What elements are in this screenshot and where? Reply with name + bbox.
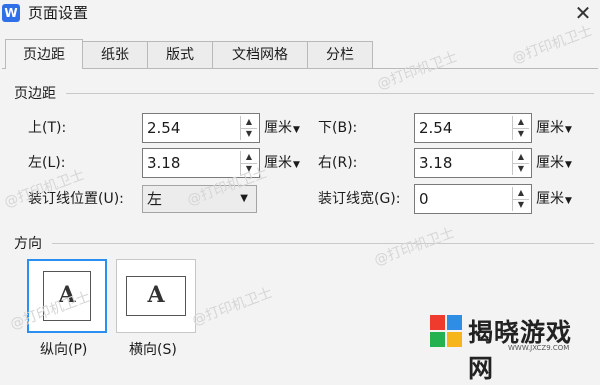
watermark: @打印机卫士 xyxy=(375,49,460,93)
watermark: @打印机卫士 xyxy=(372,225,457,269)
dropdown-arrow-icon: ▼ xyxy=(565,125,572,135)
unit-label: 厘米 xyxy=(536,120,564,136)
unit-label: 厘米 xyxy=(264,155,292,171)
title-bar: W 页面设置 ✕ xyxy=(0,0,600,28)
unit-label: 厘米 xyxy=(536,155,564,171)
landscape-label[interactable]: 横向(S) xyxy=(129,340,177,360)
orientation-section-rule xyxy=(52,243,594,244)
gutter-width-unit[interactable]: 厘米▼ xyxy=(536,189,572,211)
unit-label: 厘米 xyxy=(536,191,564,207)
top-margin-field[interactable]: 2.54 ▲ ▼ xyxy=(142,113,260,143)
top-margin-value[interactable]: 2.54 xyxy=(147,114,180,142)
bottom-margin-stepper[interactable]: ▲ ▼ xyxy=(512,116,529,140)
gutter-width-label: 装订线宽(G): xyxy=(318,191,401,207)
dropdown-arrow-icon: ▼ xyxy=(565,196,572,206)
bottom-margin-value[interactable]: 2.54 xyxy=(419,114,452,142)
site-logo: 揭晓游戏网 WWW.JXCZ9.COM xyxy=(430,315,596,383)
page-letter: A xyxy=(147,282,165,308)
dialog-title: 页面设置 xyxy=(28,4,89,22)
dropdown-arrow-icon: ▼ xyxy=(293,160,300,170)
unit-label: 厘米 xyxy=(264,120,292,136)
right-margin-field[interactable]: 3.18 ▲ ▼ xyxy=(414,148,532,178)
gutter-width-field[interactable]: 0 ▲ ▼ xyxy=(414,184,532,214)
margins-section-title: 页边距 xyxy=(14,86,56,102)
dropdown-arrow-icon: ▼ xyxy=(293,125,300,135)
bottom-margin-label: 下(B): xyxy=(318,120,358,136)
right-margin-unit[interactable]: 厘米▼ xyxy=(536,153,572,175)
gutter-position-value: 左 xyxy=(147,190,163,208)
tab-document-grid[interactable]: 文档网格 xyxy=(212,41,308,68)
orientation-section-title: 方向 xyxy=(14,236,42,252)
decrement-icon[interactable]: ▼ xyxy=(513,199,529,211)
right-margin-value[interactable]: 3.18 xyxy=(419,149,452,177)
tab-divider xyxy=(2,68,598,69)
bottom-margin-unit[interactable]: 厘米▼ xyxy=(536,118,572,140)
right-margin-stepper[interactable]: ▲ ▼ xyxy=(512,151,529,175)
landscape-page-icon: A xyxy=(126,276,186,316)
right-margin-label: 右(R): xyxy=(318,155,358,171)
decrement-icon[interactable]: ▼ xyxy=(513,163,529,175)
dropdown-arrow-icon: ▼ xyxy=(565,160,572,170)
wps-writer-icon: W xyxy=(2,4,20,22)
top-margin-unit[interactable]: 厘米▼ xyxy=(264,118,300,140)
decrement-icon[interactable]: ▼ xyxy=(513,128,529,140)
margins-section-rule xyxy=(66,93,594,94)
top-margin-label: 上(T): xyxy=(28,120,67,136)
portrait-label[interactable]: 纵向(P) xyxy=(40,340,87,360)
landscape-option[interactable]: A xyxy=(116,259,196,333)
top-margin-stepper[interactable]: ▲ ▼ xyxy=(240,116,257,140)
tab-columns[interactable]: 分栏 xyxy=(307,41,373,68)
logo-mark-icon xyxy=(430,315,464,349)
watermark: @打印机卫士 xyxy=(190,285,275,329)
gutter-width-stepper[interactable]: ▲ ▼ xyxy=(512,187,529,211)
tab-margins[interactable]: 页边距 xyxy=(5,39,83,69)
gutter-width-value[interactable]: 0 xyxy=(419,185,429,213)
logo-url: WWW.JXCZ9.COM xyxy=(508,344,570,352)
decrement-icon[interactable]: ▼ xyxy=(241,128,257,140)
bottom-margin-field[interactable]: 2.54 ▲ ▼ xyxy=(414,113,532,143)
tab-paper[interactable]: 纸张 xyxy=(82,41,148,68)
tab-layout[interactable]: 版式 xyxy=(147,41,213,68)
left-margin-unit[interactable]: 厘米▼ xyxy=(264,153,300,175)
left-margin-value[interactable]: 3.18 xyxy=(147,149,180,177)
left-margin-label: 左(L): xyxy=(28,155,66,171)
